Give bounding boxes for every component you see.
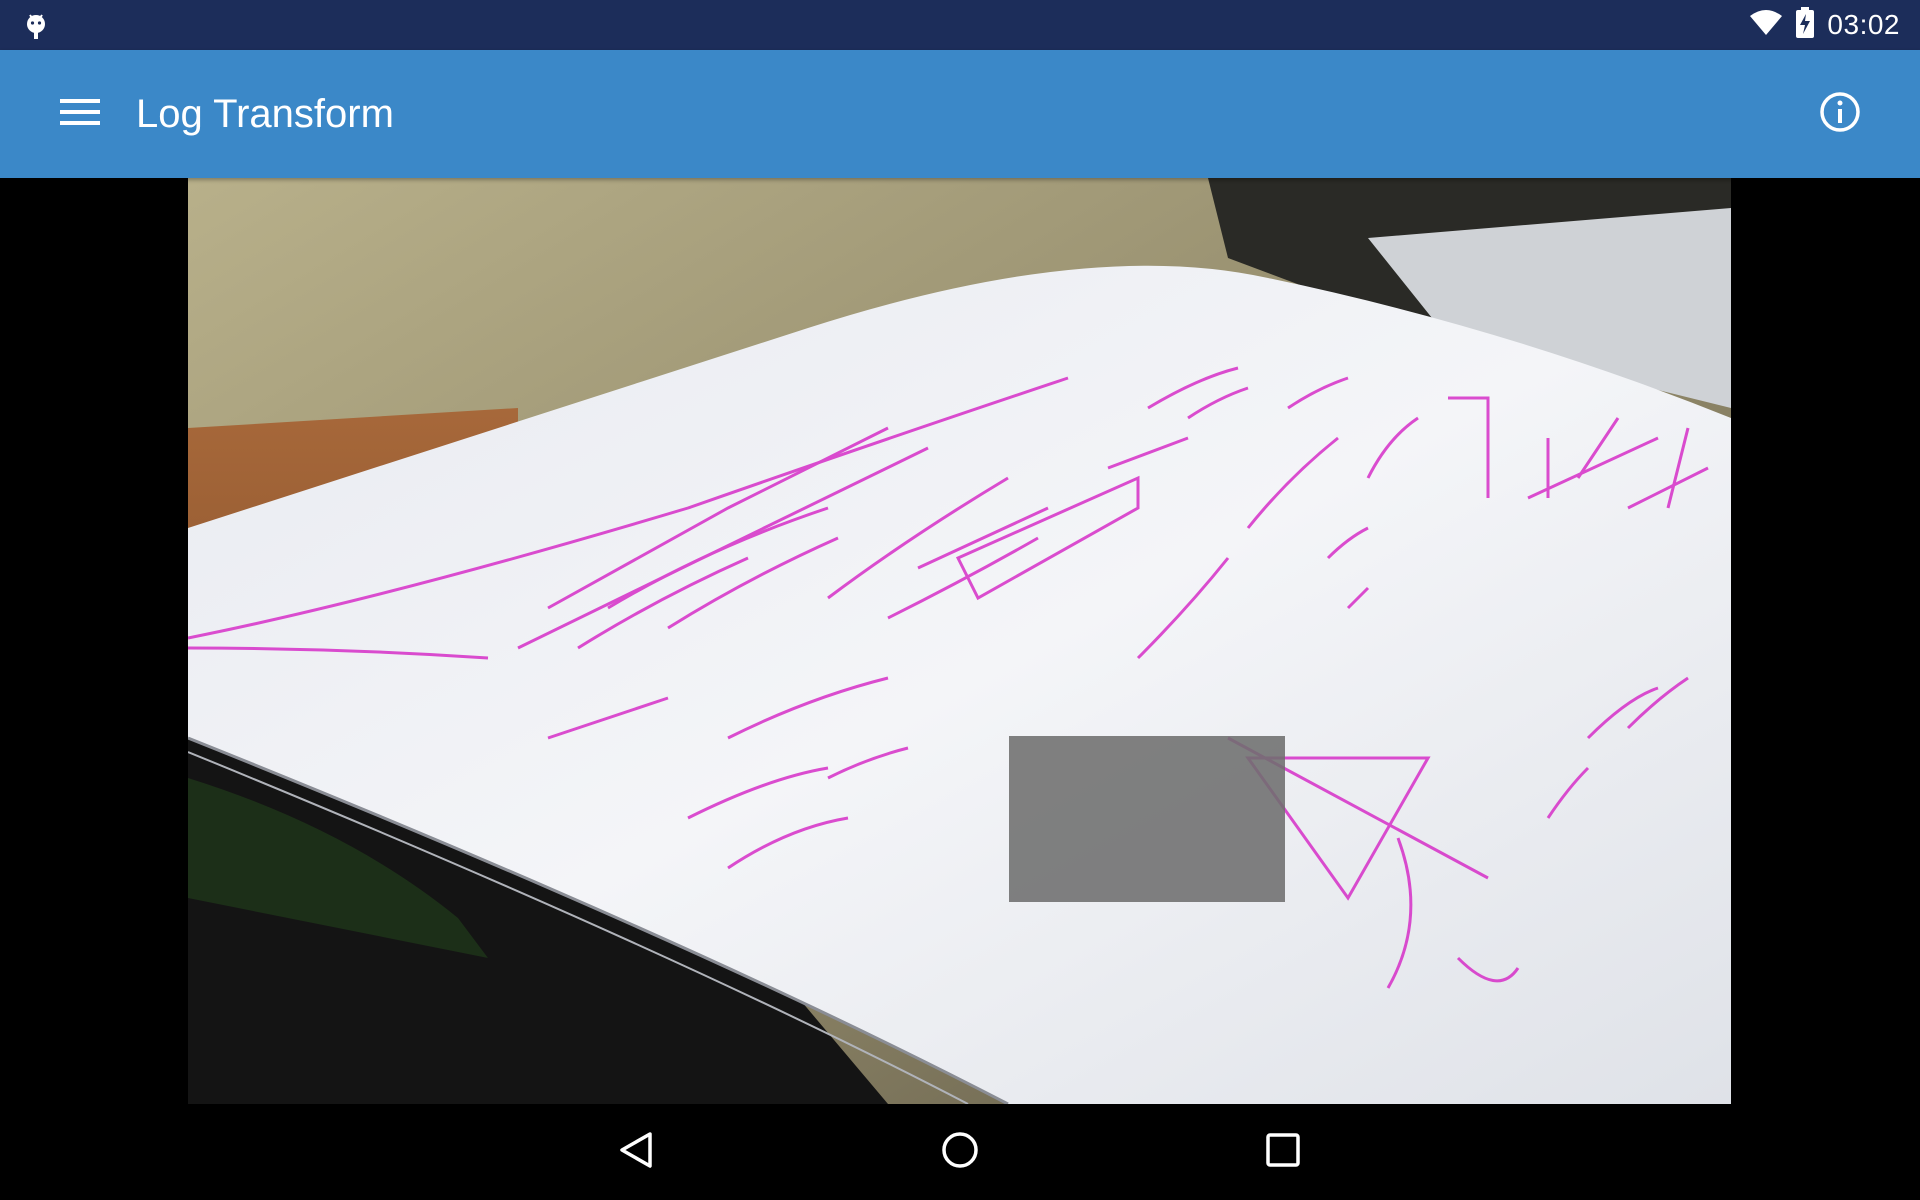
navigation-drawer-button[interactable]: [40, 74, 120, 154]
status-time: 03:02: [1827, 9, 1900, 40]
wifi-icon: [1749, 9, 1783, 41]
home-circle-icon: [940, 1130, 980, 1175]
hamburger-menu-icon: [60, 97, 100, 132]
page-title: Log Transform: [136, 92, 394, 136]
back-triangle-icon: [616, 1130, 656, 1175]
recents-button[interactable]: [1253, 1122, 1313, 1182]
camera-frame-image: [188, 178, 1731, 1104]
home-button[interactable]: [930, 1122, 990, 1182]
system-nav-bar: [0, 1104, 1920, 1200]
status-bar: 03:02: [0, 0, 1920, 50]
app-toolbar: Log Transform: [0, 50, 1920, 178]
battery-charging-icon: [1795, 6, 1815, 44]
main-content: [0, 178, 1920, 1104]
android-debug-icon: [24, 10, 48, 40]
recents-square-icon: [1265, 1132, 1301, 1173]
status-icons: 03:02: [1749, 0, 1900, 50]
camera-preview[interactable]: [188, 178, 1731, 1104]
back-button[interactable]: [606, 1122, 666, 1182]
info-button[interactable]: [1800, 74, 1880, 154]
info-icon: [1818, 90, 1862, 139]
transform-region-box[interactable]: [1009, 736, 1285, 902]
